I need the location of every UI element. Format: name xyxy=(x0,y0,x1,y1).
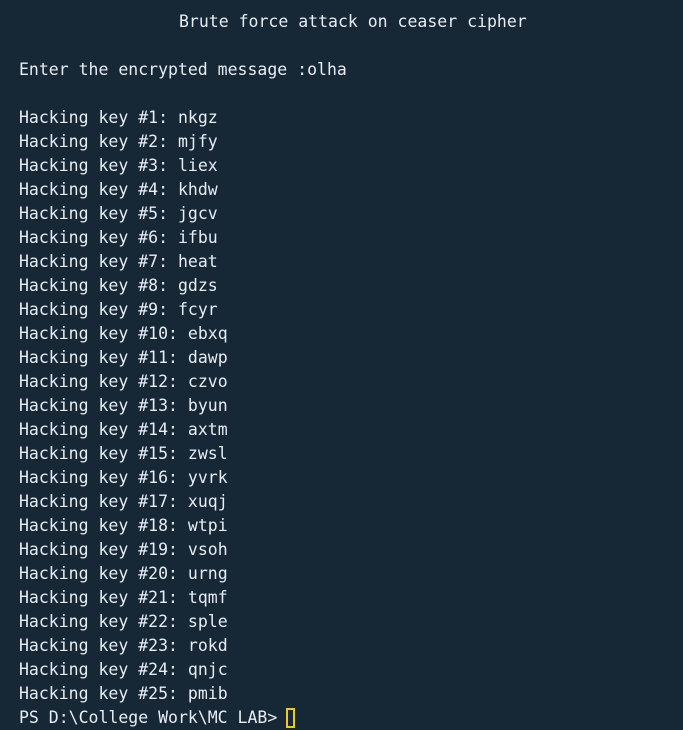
result-line: Hacking key #10: ebxq xyxy=(19,322,228,346)
result-key-label: Hacking key #23: xyxy=(19,636,188,655)
result-line: Hacking key #14: axtm xyxy=(19,418,228,442)
input-prompt-label: Enter the encrypted message : xyxy=(19,60,308,79)
result-decrypted-text: sple xyxy=(187,612,228,631)
result-decrypted-text: urng xyxy=(187,564,228,583)
result-key-label: Hacking key #24: xyxy=(19,660,188,679)
result-line: Hacking key #11: dawp xyxy=(19,346,228,370)
result-line: Hacking key #20: urng xyxy=(19,562,228,586)
result-key-label: Hacking key #15: xyxy=(19,444,188,463)
terminal-window[interactable]: Brute force attack on ceaser cipher Ente… xyxy=(0,0,683,730)
result-decrypted-text: wtpi xyxy=(187,516,228,535)
result-decrypted-text: mjfy xyxy=(177,132,218,151)
result-decrypted-text: ebxq xyxy=(187,324,228,343)
input-prompt-line: Enter the encrypted message :olha xyxy=(19,58,347,82)
result-key-label: Hacking key #18: xyxy=(19,516,188,535)
result-line: Hacking key #4: khdw xyxy=(19,178,228,202)
result-decrypted-text: byun xyxy=(187,396,228,415)
result-decrypted-text: vsoh xyxy=(187,540,228,559)
input-prompt-value: olha xyxy=(307,60,347,79)
result-decrypted-text: jgcv xyxy=(177,204,218,223)
result-decrypted-text: heat xyxy=(177,252,218,271)
result-line: Hacking key #23: rokd xyxy=(19,634,228,658)
result-key-label: Hacking key #19: xyxy=(19,540,188,559)
result-decrypted-text: xuqj xyxy=(187,492,228,511)
result-decrypted-text: zwsl xyxy=(187,444,228,463)
result-decrypted-text: tqmf xyxy=(187,588,228,607)
result-key-label: Hacking key #16: xyxy=(19,468,188,487)
result-line: Hacking key #13: byun xyxy=(19,394,228,418)
result-decrypted-text: czvo xyxy=(187,372,228,391)
result-key-label: Hacking key #5: xyxy=(19,204,178,223)
result-line: Hacking key #22: sple xyxy=(19,610,228,634)
result-key-label: Hacking key #4: xyxy=(19,180,178,199)
result-line: Hacking key #19: vsoh xyxy=(19,538,228,562)
result-key-label: Hacking key #10: xyxy=(19,324,188,343)
result-line: Hacking key #1: nkgz xyxy=(19,106,228,130)
result-key-label: Hacking key #22: xyxy=(19,612,188,631)
result-key-label: Hacking key #3: xyxy=(19,156,178,175)
result-key-label: Hacking key #7: xyxy=(19,252,178,271)
result-line: Hacking key #5: jgcv xyxy=(19,202,228,226)
shell-prompt-line[interactable]: PS D:\College Work\MC LAB> xyxy=(19,706,296,730)
result-decrypted-text: gdzs xyxy=(177,276,218,295)
result-decrypted-text: pmib xyxy=(187,684,228,703)
result-line: Hacking key #24: qnjc xyxy=(19,658,228,682)
program-title: Brute force attack on ceaser cipher xyxy=(179,12,527,31)
result-line: Hacking key #18: wtpi xyxy=(19,514,228,538)
result-line: Hacking key #9: fcyr xyxy=(19,298,228,322)
result-line: Hacking key #12: czvo xyxy=(19,370,228,394)
result-key-label: Hacking key #9: xyxy=(19,300,178,319)
result-line: Hacking key #7: heat xyxy=(19,250,228,274)
result-key-label: Hacking key #11: xyxy=(19,348,188,367)
result-key-label: Hacking key #6: xyxy=(19,228,178,247)
result-key-label: Hacking key #14: xyxy=(19,420,188,439)
result-decrypted-text: liex xyxy=(177,156,218,175)
result-line: Hacking key #15: zwsl xyxy=(19,442,228,466)
result-decrypted-text: axtm xyxy=(187,420,228,439)
hacking-results-list: Hacking key #1: nkgz Hacking key #2: mjf… xyxy=(0,106,228,706)
result-line: Hacking key #17: xuqj xyxy=(19,490,228,514)
result-line: Hacking key #16: yvrk xyxy=(19,466,228,490)
result-key-label: Hacking key #25: xyxy=(19,684,188,703)
result-decrypted-text: qnjc xyxy=(187,660,228,679)
result-decrypted-text: yvrk xyxy=(187,468,228,487)
result-line: Hacking key #8: gdzs xyxy=(19,274,228,298)
result-key-label: Hacking key #2: xyxy=(19,132,178,151)
result-key-label: Hacking key #1: xyxy=(19,108,178,127)
result-decrypted-text: rokd xyxy=(187,636,228,655)
shell-prompt: PS D:\College Work\MC LAB> xyxy=(19,708,278,727)
result-key-label: Hacking key #20: xyxy=(19,564,188,583)
result-key-label: Hacking key #13: xyxy=(19,396,188,415)
result-key-label: Hacking key #8: xyxy=(19,276,178,295)
result-decrypted-text: fcyr xyxy=(177,300,218,319)
text-cursor[interactable] xyxy=(286,708,296,728)
result-line: Hacking key #25: pmib xyxy=(19,682,228,706)
result-key-label: Hacking key #12: xyxy=(19,372,188,391)
result-line: Hacking key #3: liex xyxy=(19,154,228,178)
result-line: Hacking key #6: ifbu xyxy=(19,226,228,250)
result-line: Hacking key #21: tqmf xyxy=(19,586,228,610)
result-decrypted-text: dawp xyxy=(187,348,228,367)
result-decrypted-text: ifbu xyxy=(177,228,218,247)
result-decrypted-text: nkgz xyxy=(177,108,218,127)
result-key-label: Hacking key #17: xyxy=(19,492,188,511)
result-decrypted-text: khdw xyxy=(177,180,218,199)
result-key-label: Hacking key #21: xyxy=(19,588,188,607)
result-line: Hacking key #2: mjfy xyxy=(19,130,228,154)
